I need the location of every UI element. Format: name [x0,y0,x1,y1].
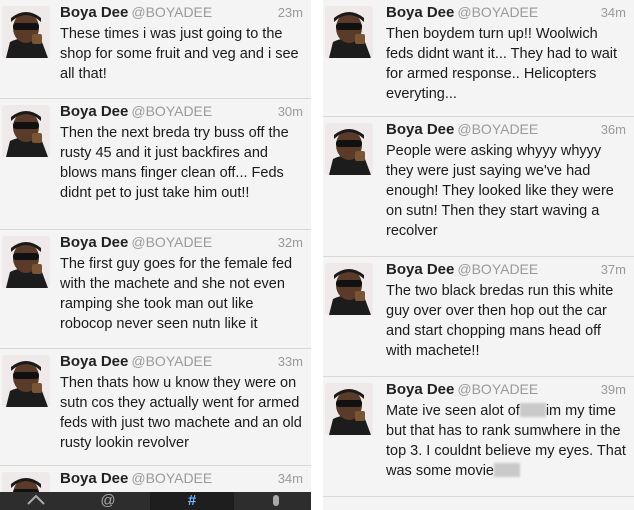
tweet-time: 37m [600,262,626,277]
tweet-card[interactable]: Boya Dee @BOYADEE 39m Mate ive seen alot … [323,377,634,497]
tab-bar: @ # [0,492,311,510]
me-icon [272,495,279,506]
user-handle[interactable]: @BOYADEE [131,103,212,119]
tweet-card[interactable]: Boya Dee @BOYADEE 34m Then boydem turn up… [323,0,634,117]
tweet-text: Then thats how u know they were on sutn … [60,375,302,451]
tweet-header: Boya Dee @BOYADEE 34m [60,470,303,492]
user-handle[interactable]: @BOYADEE [131,470,212,486]
tweet-header: Boya Dee @BOYADEE 37m [386,261,626,283]
tweet-card[interactable]: Boya Dee @BOYADEE 36m People were asking … [323,117,634,257]
user-name[interactable]: Boya Dee [60,353,128,370]
user-name[interactable]: Boya Dee [386,4,454,21]
search-icon: # [187,492,197,509]
redaction-blur [493,463,520,477]
tweet-time: 33m [277,354,303,369]
tweet-header: Boya Dee @BOYADEE 33m [60,353,303,375]
redaction-blur [519,403,546,417]
tweet-text: These times i was just going to the shop… [60,26,299,82]
avatar[interactable] [2,355,50,407]
tweet-time: 34m [600,5,626,20]
user-handle[interactable]: @BOYADEE [457,261,538,277]
tweet-time: 34m [277,471,303,486]
tweet-time: 32m [277,235,303,250]
tweet-card[interactable]: Boya Dee @BOYADEE 30m Then the next breda… [0,99,311,230]
timeline-left[interactable]: Boya Dee @BOYADEE 23m These times i was j… [0,0,311,510]
mentions-icon: @ [100,492,116,509]
tweet-card[interactable]: Boya Dee @BOYADEE 37m The two black breda… [323,257,634,377]
tweet-time: 39m [600,382,626,397]
tweet-text: Then boydem turn up!! Woolwich feds didn… [386,26,618,102]
user-name[interactable]: Boya Dee [60,103,128,120]
avatar[interactable] [2,105,50,157]
tab-search[interactable]: # [150,492,234,510]
home-icon [27,494,45,505]
tweet-time: 36m [600,122,626,137]
user-handle[interactable]: @BOYADEE [457,121,538,137]
tweet-text-part: Mate ive seen alot of [386,403,520,419]
user-name[interactable]: Boya Dee [386,121,454,138]
user-handle[interactable]: @BOYADEE [131,353,212,369]
avatar[interactable] [325,6,373,58]
column-divider [311,0,323,510]
user-name[interactable]: Boya Dee [386,381,454,398]
tweet-card[interactable]: Boya Dee @BOYADEE 23m These times i was j… [0,0,311,99]
tweet-header: Boya Dee @BOYADEE 23m [60,4,303,26]
tweet-header: Boya Dee @BOYADEE 34m [386,4,626,26]
user-name[interactable]: Boya Dee [60,470,128,487]
avatar[interactable] [325,383,373,435]
avatar[interactable] [2,6,50,58]
tweet-text: Then the next breda try buss off the rus… [60,125,289,201]
tweet-header: Boya Dee @BOYADEE 30m [60,103,303,125]
tweet-card[interactable]: Boya Dee @BOYADEE 33m Then thats how u kn… [0,349,311,466]
tweet-text: The two black bredas run this white guy … [386,283,614,359]
tab-home[interactable] [0,492,72,510]
avatar[interactable] [2,236,50,288]
tweet-header: Boya Dee @BOYADEE 36m [386,121,626,143]
tweet-header: Boya Dee @BOYADEE 39m [386,381,626,403]
tweet-text: People were asking whyyy whyyy they were… [386,143,614,239]
timeline-right[interactable]: Boya Dee @BOYADEE 34m Then boydem turn up… [323,0,634,510]
user-handle[interactable]: @BOYADEE [131,4,212,20]
tab-me[interactable] [240,492,311,510]
tweet-time: 23m [277,5,303,20]
tweet-text: The first guy goes for the female fed wi… [60,256,293,332]
user-handle[interactable]: @BOYADEE [131,234,212,250]
user-name[interactable]: Boya Dee [60,4,128,21]
user-handle[interactable]: @BOYADEE [457,4,538,20]
user-name[interactable]: Boya Dee [60,234,128,251]
avatar[interactable] [325,263,373,315]
tweet-time: 30m [277,104,303,119]
user-name[interactable]: Boya Dee [386,261,454,278]
user-handle[interactable]: @BOYADEE [457,381,538,397]
tab-mentions[interactable]: @ [72,492,144,510]
tweet-header: Boya Dee @BOYADEE 32m [60,234,303,256]
avatar[interactable] [325,123,373,175]
tweet-card[interactable]: Boya Dee @BOYADEE 32m The first guy goes … [0,230,311,349]
tweet-text: Mate ive seen alot of im my time but that… [386,401,626,481]
